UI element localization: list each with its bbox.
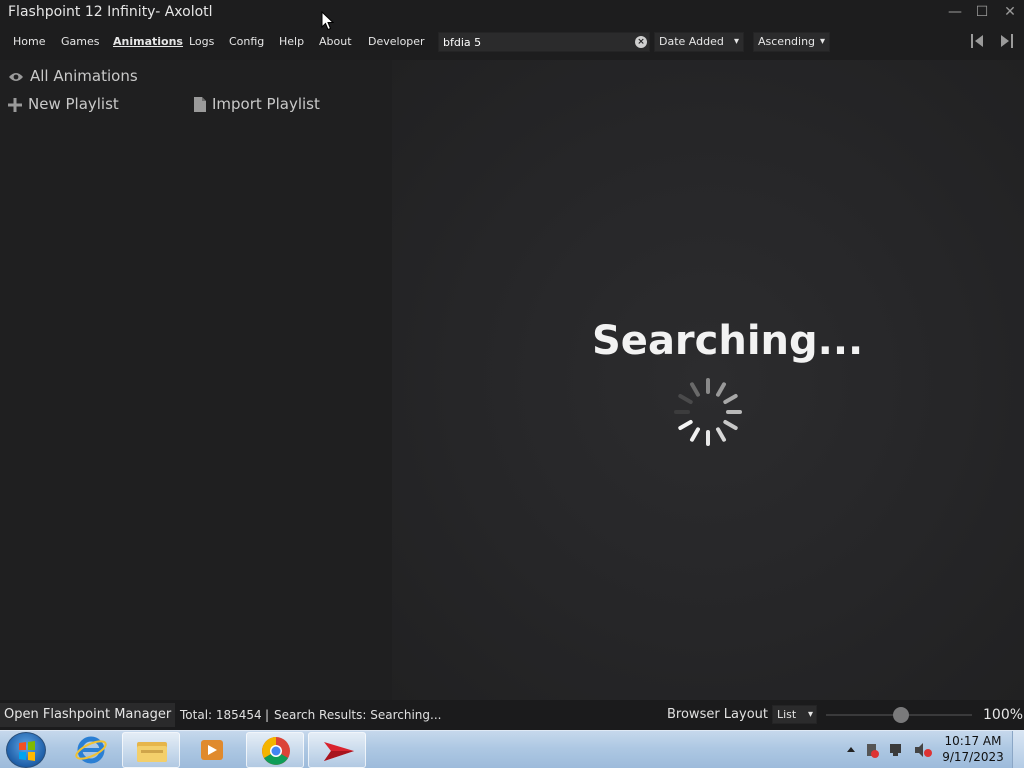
plus-icon <box>8 97 22 112</box>
flashpoint-logo-icon <box>324 742 354 761</box>
status-separator: | <box>265 708 270 722</box>
windows-logo-icon <box>19 741 35 761</box>
zoom-value: 100% <box>983 707 1024 723</box>
chrome-icon <box>262 737 290 765</box>
status-bar: Open Flashpoint Manager Total: 185454 | … <box>0 700 1024 730</box>
chevron-down-icon: ▾ <box>733 36 739 47</box>
taskbar-internet-explorer[interactable] <box>62 732 120 768</box>
start-button[interactable] <box>6 732 46 768</box>
game-grid-area: Searching... <box>392 60 1024 700</box>
taskbar-media-player[interactable] <box>183 732 241 768</box>
minimize-button[interactable]: — <box>942 2 968 22</box>
toggle-right-sidebar-icon[interactable] <box>997 32 1015 50</box>
show-hidden-icons-icon <box>847 747 855 752</box>
open-manager-button[interactable]: Open Flashpoint Manager <box>0 703 176 727</box>
nav-animations[interactable]: Animations <box>113 35 183 48</box>
browser-layout-label: Browser Layout <box>667 707 769 722</box>
all-animations-item[interactable]: All Animations <box>8 67 138 85</box>
close-button[interactable]: ✕ <box>997 2 1023 22</box>
import-playlist-label: Import Playlist <box>212 95 320 113</box>
taskbar-file-explorer[interactable] <box>122 732 180 768</box>
chevron-down-icon: ▾ <box>807 709 813 720</box>
playlist-sidebar: All Animations New Playlist Import Playl… <box>0 60 392 700</box>
search-box: × <box>438 32 650 52</box>
folder-icon <box>137 742 167 762</box>
media-player-icon <box>201 740 223 760</box>
search-input[interactable] <box>443 34 629 50</box>
order-by-select[interactable]: Date Added ▾ <box>654 32 744 52</box>
order-direction-value: Ascending <box>758 35 816 48</box>
searching-text: Searching... <box>592 318 864 364</box>
mouse-cursor-icon <box>321 11 335 31</box>
search-results-status: Search Results: Searching... <box>274 708 442 722</box>
system-tray[interactable] <box>845 739 935 761</box>
taskbar-chrome[interactable] <box>246 732 304 768</box>
order-direction-select[interactable]: Ascending ▾ <box>753 32 830 52</box>
eye-icon <box>9 72 23 81</box>
nav-logs[interactable]: Logs <box>189 35 214 48</box>
file-icon <box>194 97 206 112</box>
zoom-slider-thumb[interactable] <box>893 707 909 723</box>
nav-help[interactable]: Help <box>279 35 304 48</box>
nav-about[interactable]: About <box>319 35 352 48</box>
new-playlist-button[interactable]: New Playlist <box>8 95 119 113</box>
chevron-down-icon: ▾ <box>819 36 825 47</box>
show-desktop-button[interactable] <box>1012 731 1024 768</box>
toggle-left-sidebar-icon[interactable] <box>969 32 987 50</box>
nav-home[interactable]: Home <box>13 35 45 48</box>
taskbar-flashpoint[interactable] <box>308 732 366 768</box>
new-playlist-label: New Playlist <box>28 95 119 113</box>
order-by-value: Date Added <box>659 35 724 48</box>
import-playlist-button[interactable]: Import Playlist <box>194 95 320 113</box>
nav-bar: Home Games Animations Logs Config Help A… <box>0 26 1024 60</box>
maximize-button[interactable]: ☐ <box>969 2 995 22</box>
browser-layout-select[interactable]: List ▾ <box>772 705 817 724</box>
total-count: Total: 185454 <box>180 708 262 722</box>
clear-circle-icon[interactable]: × <box>635 36 647 48</box>
nav-developer[interactable]: Developer <box>368 35 425 48</box>
window-title: Flashpoint 12 Infinity- Axolotl <box>8 4 213 20</box>
internet-explorer-icon <box>75 736 107 764</box>
browser-layout-value: List <box>777 708 797 721</box>
nav-config[interactable]: Config <box>229 35 264 48</box>
loading-spinner-icon <box>674 378 742 446</box>
clock-time[interactable]: 10:17 AM <box>938 734 1008 748</box>
clock-date[interactable]: 9/17/2023 <box>938 750 1008 764</box>
nav-games[interactable]: Games <box>61 35 99 48</box>
title-bar: Flashpoint 12 Infinity- Axolotl — ☐ ✕ <box>0 0 1024 26</box>
all-animations-label: All Animations <box>30 67 138 85</box>
taskbar: 10:17 AM 9/17/2023 <box>0 730 1024 768</box>
